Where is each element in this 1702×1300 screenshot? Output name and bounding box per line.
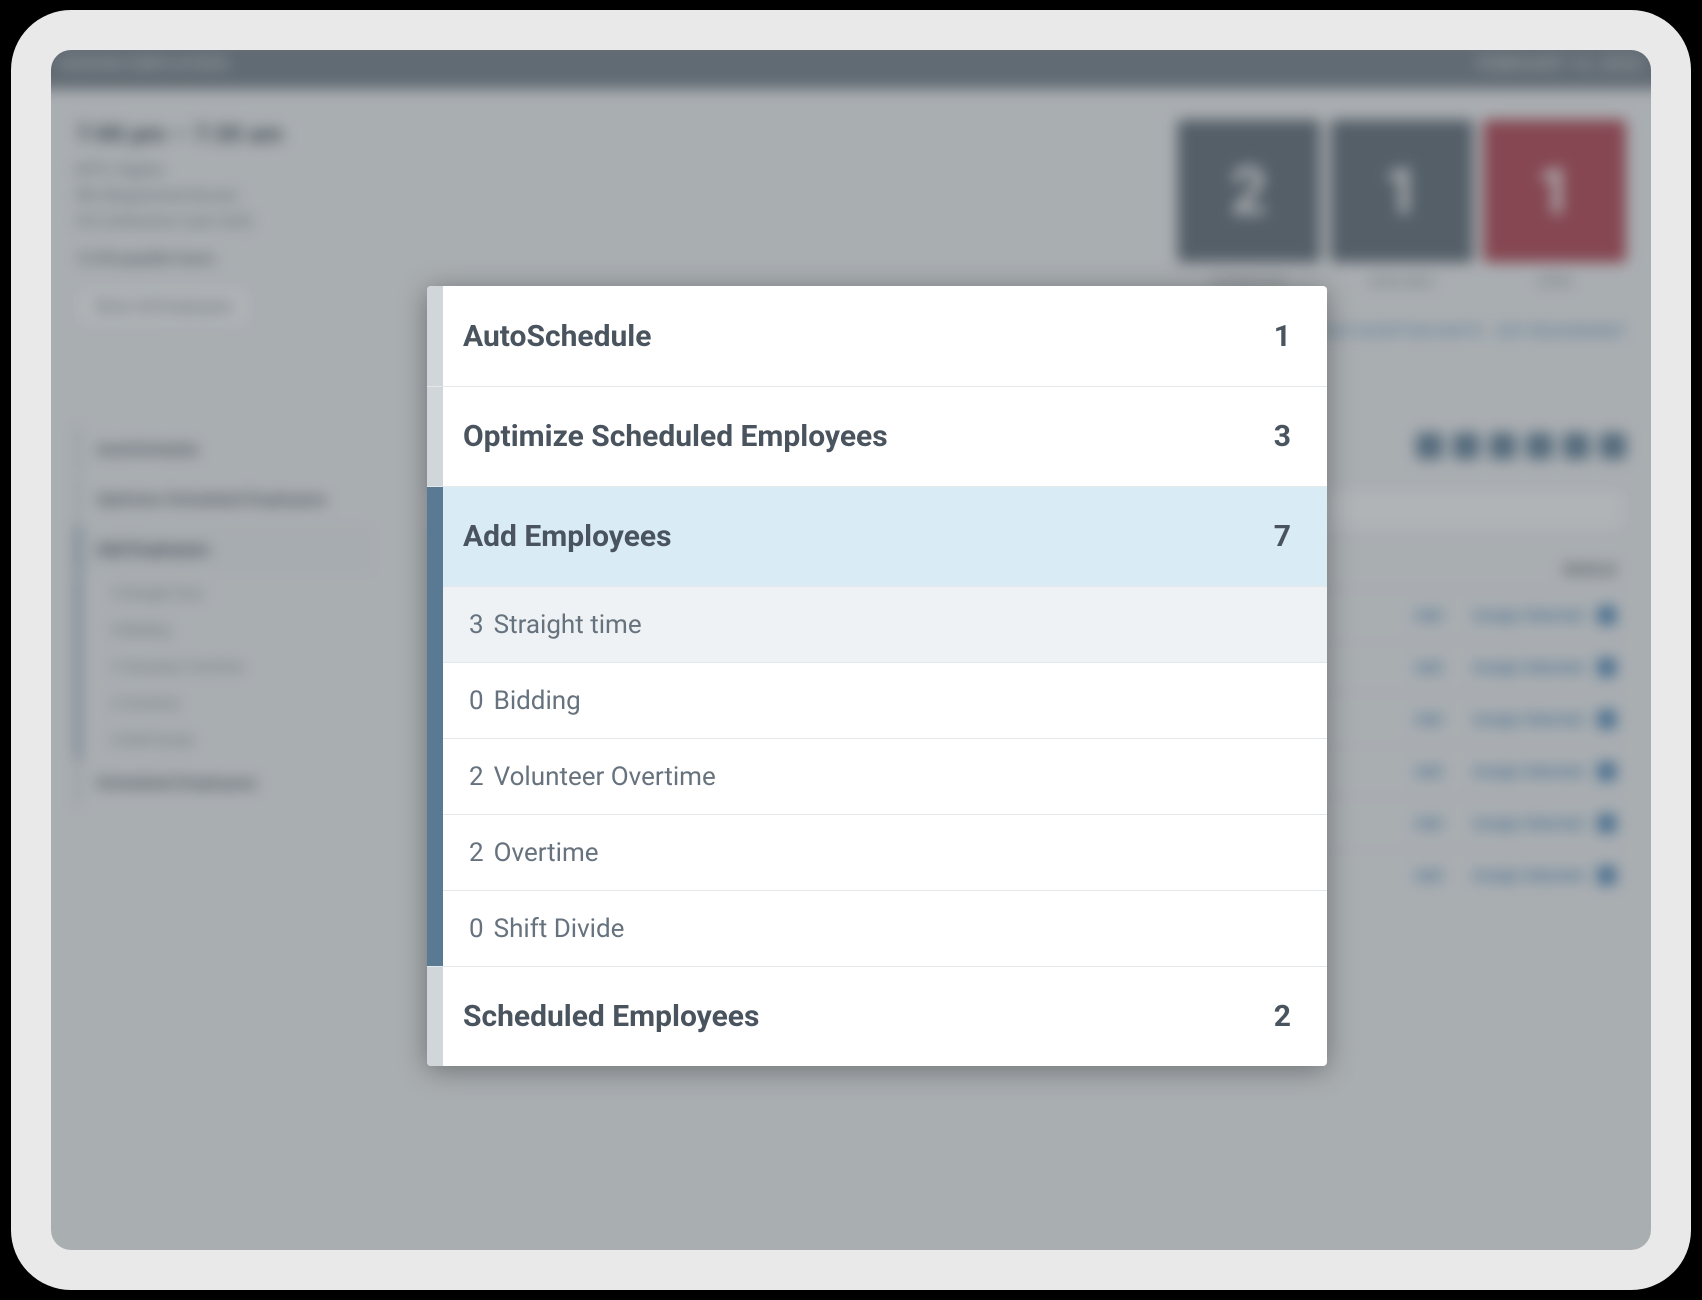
section-title: Optimize Scheduled Employees bbox=[443, 419, 1274, 454]
sub-count: 3 bbox=[469, 610, 484, 640]
popover-sub-bidding[interactable]: 0 Bidding bbox=[443, 662, 1327, 738]
popover-subitems-add-employees: 3 Straight time 0 Bidding 2 Volunteer Ov… bbox=[427, 586, 1327, 966]
popover-section-optimize[interactable]: Optimize Scheduled Employees 3 bbox=[427, 386, 1327, 486]
popover-sub-volunteer-overtime[interactable]: 2 Volunteer Overtime bbox=[443, 738, 1327, 814]
section-accent-bar bbox=[427, 967, 443, 1066]
section-accent-bar bbox=[427, 286, 443, 386]
section-accent-bar bbox=[427, 487, 443, 586]
section-title: Scheduled Employees bbox=[443, 999, 1274, 1034]
app-screen: ASSIGN EMPLOYEES FEBRUARY 13, 2022 7:00 … bbox=[51, 50, 1651, 1250]
sub-label: Bidding bbox=[494, 686, 581, 716]
section-accent-bar bbox=[427, 387, 443, 486]
sub-label: Overtime bbox=[494, 838, 599, 868]
popover-section-autoschedule[interactable]: AutoSchedule 1 bbox=[427, 286, 1327, 386]
sub-count: 2 bbox=[469, 762, 484, 792]
sub-label: Shift Divide bbox=[494, 914, 625, 944]
navigation-popover: AutoSchedule 1 Optimize Scheduled Employ… bbox=[427, 286, 1327, 1066]
popover-sub-straight-time[interactable]: 3 Straight time bbox=[443, 586, 1327, 662]
popover-sub-overtime[interactable]: 2 Overtime bbox=[443, 814, 1327, 890]
popover-section-add-employees[interactable]: Add Employees 7 bbox=[427, 486, 1327, 586]
sub-count: 2 bbox=[469, 838, 484, 868]
section-count: 7 bbox=[1274, 519, 1291, 554]
tablet-frame: ASSIGN EMPLOYEES FEBRUARY 13, 2022 7:00 … bbox=[11, 10, 1691, 1290]
popover-sub-shift-divide[interactable]: 0 Shift Divide bbox=[443, 890, 1327, 966]
section-count: 1 bbox=[1274, 319, 1291, 354]
sub-count: 0 bbox=[469, 914, 484, 944]
section-count: 2 bbox=[1274, 999, 1291, 1034]
sub-label: Volunteer Overtime bbox=[494, 762, 716, 792]
sub-label: Straight time bbox=[494, 610, 642, 640]
section-count: 3 bbox=[1274, 419, 1291, 454]
sub-count: 0 bbox=[469, 686, 484, 716]
section-accent-bar bbox=[427, 586, 443, 966]
popover-section-scheduled-employees[interactable]: Scheduled Employees 2 bbox=[427, 966, 1327, 1066]
section-title: Add Employees bbox=[443, 519, 1274, 554]
section-title: AutoSchedule bbox=[443, 319, 1274, 354]
